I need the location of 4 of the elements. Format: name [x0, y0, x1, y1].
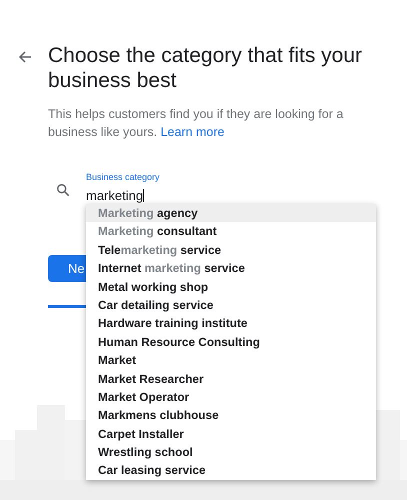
- page-title: Choose the category that fits your business best: [48, 43, 364, 93]
- field-label: Business category: [86, 171, 161, 183]
- field-value: marketing: [86, 188, 146, 204]
- description: This helps customers find you if they are looking for a business like yours. Learn more: [48, 106, 344, 141]
